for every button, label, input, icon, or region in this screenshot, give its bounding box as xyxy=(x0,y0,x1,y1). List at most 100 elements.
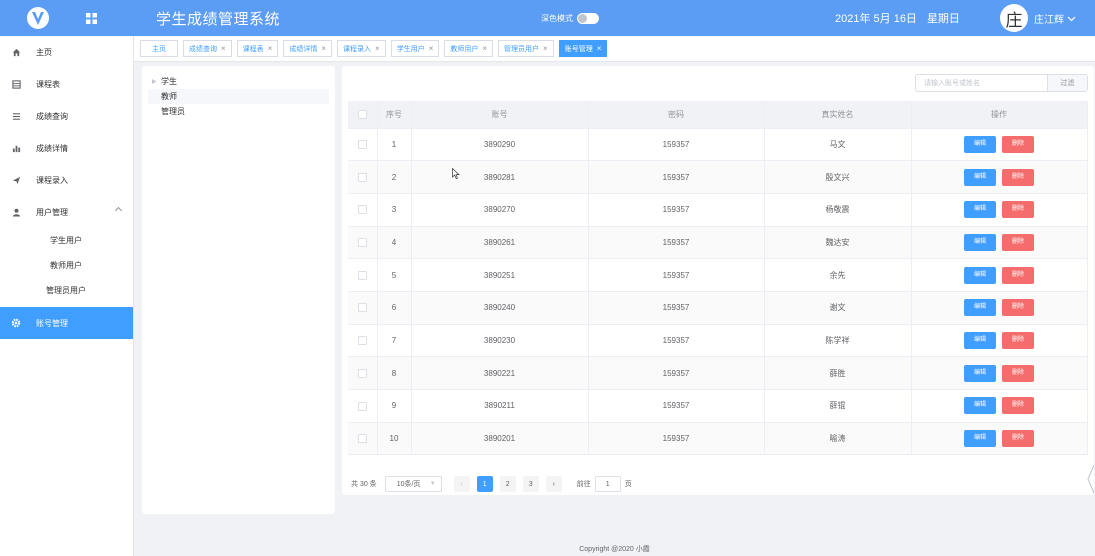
tab-label: 账号管理 xyxy=(564,45,593,53)
delete-button[interactable]: 删除 xyxy=(1002,364,1034,382)
cell-no: 1 xyxy=(377,128,412,162)
tab-label: 成绩查询 xyxy=(189,45,217,53)
tab-admin-users[interactable]: 管理员用户 × xyxy=(498,40,554,57)
page-button-2[interactable]: 2 xyxy=(499,476,516,492)
sidebar-item-score-detail[interactable]: 成绩详情 xyxy=(0,132,133,164)
row-checkbox[interactable] xyxy=(357,172,367,182)
cell-actions: 编辑 删除 xyxy=(911,389,1088,423)
delete-button[interactable]: 删除 xyxy=(1002,397,1034,415)
delete-button[interactable]: 删除 xyxy=(1002,168,1034,186)
grid-menu-button[interactable] xyxy=(76,0,106,36)
cell-actions: 编辑 删除 xyxy=(911,422,1088,456)
cell-password: 159357 xyxy=(588,291,765,325)
sidebar-item-schedule[interactable]: 课程表 xyxy=(0,68,133,100)
row-select-cell xyxy=(348,193,378,227)
close-icon[interactable]: × xyxy=(375,44,380,53)
tab-teacher-users[interactable]: 教师用户 × xyxy=(444,40,494,57)
row-checkbox[interactable] xyxy=(357,434,367,444)
sidebar-subitem-admin-users[interactable]: 管理员用户 xyxy=(0,278,133,303)
sidebar-subitem-student-users[interactable]: 学生用户 xyxy=(0,228,133,253)
row-select-cell xyxy=(348,356,378,390)
row-checkbox[interactable] xyxy=(357,336,367,346)
role-tree-panel: ▶ 学生 教师 管理员 xyxy=(142,66,335,514)
edit-button[interactable]: 编辑 xyxy=(964,430,996,448)
row-checkbox[interactable] xyxy=(357,140,367,150)
send-icon xyxy=(11,175,21,185)
row-checkbox[interactable] xyxy=(357,368,367,378)
edit-button[interactable]: 编辑 xyxy=(964,397,996,415)
edit-button[interactable]: 编辑 xyxy=(964,364,996,382)
search-input[interactable] xyxy=(916,75,1047,91)
gear-icon xyxy=(11,318,21,328)
sidebar-item-label: 课程录入 xyxy=(36,175,68,185)
calendar-icon xyxy=(11,79,21,89)
cell-password: 159357 xyxy=(588,422,765,456)
edit-button[interactable]: 编辑 xyxy=(964,233,996,251)
tree-node-student[interactable]: ▶ 学生 xyxy=(148,74,329,89)
sidebar-item-course-entry[interactable]: 课程录入 xyxy=(0,164,133,196)
row-checkbox[interactable] xyxy=(357,238,367,248)
row-select-cell xyxy=(348,324,378,358)
edit-button[interactable]: 编辑 xyxy=(964,299,996,317)
row-select-cell xyxy=(348,291,378,325)
sidebar-item-account-management[interactable]: 账号管理 xyxy=(0,307,133,339)
tab-course-entry[interactable]: 课程录入 × xyxy=(337,40,386,57)
cell-name: 谢文 xyxy=(764,291,912,325)
edit-button[interactable]: 编辑 xyxy=(964,201,996,219)
filter-button[interactable]: 过滤 xyxy=(1047,75,1087,91)
select-all-checkbox[interactable] xyxy=(357,109,367,119)
close-icon[interactable]: × xyxy=(482,44,487,53)
column-header-account: 账号 xyxy=(411,101,589,129)
edit-button[interactable]: 编辑 xyxy=(964,135,996,153)
tree-node-admin[interactable]: 管理员 xyxy=(148,104,329,119)
delete-button[interactable]: 删除 xyxy=(1002,135,1034,153)
close-icon[interactable]: × xyxy=(429,44,434,53)
close-icon[interactable]: × xyxy=(543,44,548,53)
tab-student-users[interactable]: 学生用户 × xyxy=(390,40,440,57)
edit-button[interactable]: 编辑 xyxy=(964,331,996,349)
prev-page-button[interactable]: ‹ xyxy=(453,476,470,492)
close-icon[interactable]: × xyxy=(597,44,602,53)
tab-account-management[interactable]: 账号管理 × xyxy=(558,40,608,57)
row-checkbox[interactable] xyxy=(357,205,367,215)
close-icon[interactable]: × xyxy=(321,44,326,53)
goto-label: 前往 xyxy=(576,481,591,488)
chevron-left-icon: ‹ xyxy=(460,480,463,488)
page-size-select[interactable]: 10条/页 ▼ xyxy=(384,476,442,492)
row-select-cell xyxy=(348,128,378,162)
page-button-1[interactable]: 1 xyxy=(476,476,493,492)
row-checkbox[interactable] xyxy=(357,303,367,313)
delete-button[interactable]: 删除 xyxy=(1002,331,1034,349)
dark-mode-label: 深色模式 xyxy=(541,13,573,23)
sidebar-item-score-query[interactable]: 成绩查询 xyxy=(0,100,133,132)
row-checkbox[interactable] xyxy=(357,270,367,280)
cell-name: 陈学祥 xyxy=(764,324,912,358)
next-page-button[interactable]: › xyxy=(545,476,562,492)
edit-button[interactable]: 编辑 xyxy=(964,168,996,186)
cell-name: 余先 xyxy=(764,258,912,292)
row-checkbox[interactable] xyxy=(357,401,367,411)
tab-schedule[interactable]: 课程表 × xyxy=(236,40,279,57)
sidebar-subitem-teacher-users[interactable]: 教师用户 xyxy=(0,253,133,278)
caret-right-icon[interactable]: ▶ xyxy=(148,78,161,85)
dark-mode-toggle[interactable] xyxy=(577,12,599,24)
close-icon[interactable]: × xyxy=(268,44,273,53)
tab-score-detail[interactable]: 成绩详情 × xyxy=(283,40,333,57)
cell-actions: 编辑 删除 xyxy=(911,160,1088,194)
tab-score-query[interactable]: 成绩查询 × xyxy=(183,40,232,57)
sidebar-item-user-management[interactable]: 用户管理 xyxy=(0,196,133,228)
tab-home[interactable]: 主页 xyxy=(140,40,178,57)
tree-node-teacher[interactable]: 教师 xyxy=(148,89,329,104)
delete-button[interactable]: 删除 xyxy=(1002,299,1034,317)
delete-button[interactable]: 删除 xyxy=(1002,266,1034,284)
goto-page-input[interactable] xyxy=(594,476,621,492)
delete-button[interactable]: 删除 xyxy=(1002,201,1034,219)
close-icon[interactable]: × xyxy=(221,44,226,53)
page-button-3[interactable]: 3 xyxy=(522,476,539,492)
sidebar-item-home[interactable]: 主页 xyxy=(0,36,133,68)
edit-button[interactable]: 编辑 xyxy=(964,266,996,284)
cell-actions: 编辑 删除 xyxy=(911,324,1088,358)
delete-button[interactable]: 删除 xyxy=(1002,430,1034,448)
user-menu[interactable]: 庄 庄江辉 xyxy=(1000,0,1076,36)
delete-button[interactable]: 删除 xyxy=(1002,233,1034,251)
